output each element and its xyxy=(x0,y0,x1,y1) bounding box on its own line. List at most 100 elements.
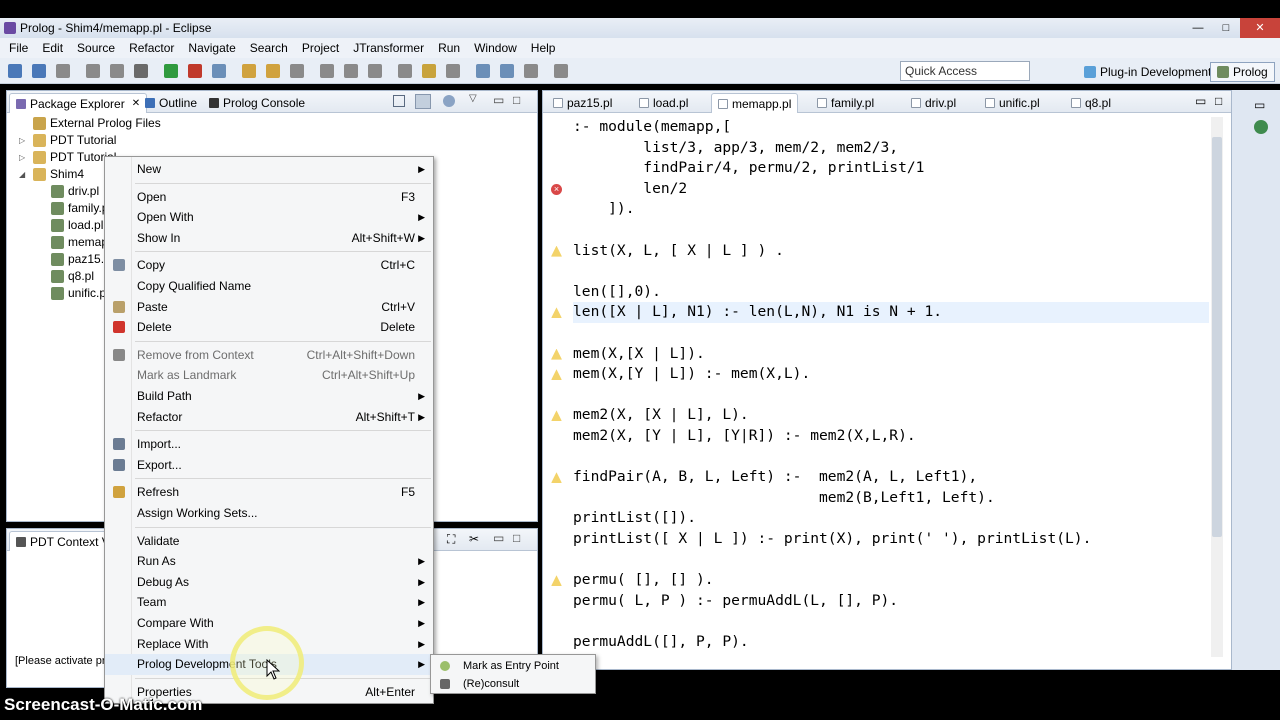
globe-icon[interactable] xyxy=(1254,120,1268,134)
menu-item-show-in[interactable]: Show In Alt+Shift+W ▶ xyxy=(105,228,433,249)
next-annotation-icon[interactable] xyxy=(368,64,382,78)
minimize-view-icon[interactable]: ▭ xyxy=(1254,98,1265,112)
menu-item-open[interactable]: Open F3 xyxy=(105,187,433,208)
menu-item-refactor[interactable]: Refactor Alt+Shift+T ▶ xyxy=(105,407,433,428)
warning-icon[interactable] xyxy=(551,472,562,484)
editor-tab-paz15[interactable]: paz15.pl xyxy=(547,93,618,113)
submenu-item-mark-as-entry-point[interactable]: Mark as Entry Point xyxy=(431,657,595,675)
open-perspective-icon[interactable] xyxy=(524,64,538,78)
tab-outline[interactable]: Outline xyxy=(139,93,203,113)
tree-item[interactable]: ◢ Shim4 xyxy=(19,166,84,183)
pin-icon[interactable] xyxy=(500,64,514,78)
menu-item-build-path[interactable]: Build Path ▶ xyxy=(105,386,433,407)
menu-item-refresh[interactable]: Refresh F5 xyxy=(105,482,433,503)
submenu-item-reconsult[interactable]: (Re)consult xyxy=(431,675,595,693)
menu-help[interactable]: Help xyxy=(524,41,563,55)
tab-prolog-console[interactable]: Prolog Console xyxy=(203,93,311,113)
warning-icon[interactable] xyxy=(551,307,562,319)
view-menu-icon[interactable]: ▽ xyxy=(469,93,477,104)
close-button[interactable]: ✕ xyxy=(1240,18,1280,38)
tree-item[interactable]: External Prolog Files xyxy=(33,115,161,132)
menu-navigate[interactable]: Navigate xyxy=(181,41,242,55)
perspective-plugin-development[interactable]: Plug-in Development xyxy=(1078,62,1217,82)
menu-refactor[interactable]: Refactor xyxy=(122,41,181,55)
save-icon[interactable] xyxy=(56,64,70,78)
expanded-icon[interactable]: ◢ xyxy=(19,166,29,183)
new-project-icon[interactable] xyxy=(212,64,226,78)
menu-item-run-as[interactable]: Run As ▶ xyxy=(105,551,433,572)
perspective-prolog[interactable]: Prolog xyxy=(1210,62,1275,82)
menu-item-paste[interactable]: Paste Ctrl+V xyxy=(105,297,433,318)
editor-tab-driv[interactable]: driv.pl xyxy=(905,93,962,113)
editor-tab-unific[interactable]: unific.pl xyxy=(979,93,1046,113)
menu-item-validate[interactable]: Validate xyxy=(105,531,433,552)
menu-project[interactable]: Project xyxy=(295,41,346,55)
warning-icon[interactable] xyxy=(551,575,562,587)
menu-item-open-with[interactable]: Open With ▶ xyxy=(105,207,433,228)
collapsed-icon[interactable]: ▷ xyxy=(19,149,29,166)
menu-window[interactable]: Window xyxy=(467,41,524,55)
new-icon[interactable] xyxy=(8,64,22,78)
menu-item-copy-qualified-name[interactable]: Copy Qualified Name xyxy=(105,276,433,297)
new-dropdown-icon[interactable] xyxy=(32,64,46,78)
menu-file[interactable]: File xyxy=(2,41,35,55)
collapse-all-icon[interactable] xyxy=(393,95,405,107)
last-edit-icon[interactable] xyxy=(422,64,436,78)
filter-icon[interactable] xyxy=(443,95,455,107)
editor-tab-family[interactable]: family.pl xyxy=(811,93,880,113)
menu-item-remove-from-context[interactable]: Remove from Context Ctrl+Alt+Shift+Down xyxy=(105,345,433,366)
tree-item[interactable]: q8.pl xyxy=(51,268,94,285)
editor-tab-memapp[interactable]: memapp.pl xyxy=(711,93,799,113)
tab-package-explorer[interactable]: Package Explorer ✕ xyxy=(9,93,148,113)
code-area[interactable]: :- module(memapp,[ list/3, app/3, mem/2,… xyxy=(573,117,1209,652)
maximize-view-icon[interactable]: □ xyxy=(513,93,520,107)
menu-item-export[interactable]: Export... xyxy=(105,455,433,476)
menu-run[interactable]: Run xyxy=(431,41,467,55)
debug-icon[interactable] xyxy=(134,64,148,78)
prev-annotation-icon[interactable] xyxy=(398,64,412,78)
minimize-button[interactable]: — xyxy=(1184,18,1212,38)
menu-item-delete[interactable]: Delete Delete xyxy=(105,317,433,338)
menu-item-import[interactable]: Import... xyxy=(105,434,433,455)
menu-item-team[interactable]: Team ▶ xyxy=(105,592,433,613)
quick-access-input[interactable]: Quick Access xyxy=(900,61,1030,81)
forward-icon[interactable] xyxy=(476,64,490,78)
print-icon[interactable] xyxy=(110,64,124,78)
search-icon[interactable] xyxy=(290,64,304,78)
tree-item[interactable]: driv.pl xyxy=(51,183,99,200)
warning-icon[interactable] xyxy=(551,369,562,381)
link-editor-icon[interactable] xyxy=(415,94,431,109)
back-icon[interactable] xyxy=(446,64,460,78)
save-all-icon[interactable] xyxy=(86,64,100,78)
maximize-view-icon[interactable]: □ xyxy=(513,531,520,545)
maximize-view-icon[interactable]: □ xyxy=(1215,94,1222,108)
menu-item-assign-working-sets[interactable]: Assign Working Sets... xyxy=(105,503,433,524)
warning-icon[interactable] xyxy=(551,348,562,360)
menu-item-debug-as[interactable]: Debug As ▶ xyxy=(105,572,433,593)
open-folder-icon[interactable] xyxy=(242,64,256,78)
pin-icon[interactable]: ⛶ xyxy=(447,532,455,547)
external-tools-icon[interactable] xyxy=(188,64,202,78)
editor-vertical-scrollbar[interactable] xyxy=(1211,117,1223,657)
menu-item-new[interactable]: New ▶ xyxy=(105,159,433,180)
editor-tab-load[interactable]: load.pl xyxy=(633,93,694,113)
collapsed-icon[interactable]: ▷ xyxy=(19,132,29,149)
tree-item[interactable]: load.pl xyxy=(51,217,103,234)
extra-icon[interactable] xyxy=(554,64,568,78)
menu-source[interactable]: Source xyxy=(70,41,122,55)
minimize-view-icon[interactable]: ▭ xyxy=(1195,94,1206,108)
open-file-icon[interactable] xyxy=(266,64,280,78)
tree-item[interactable]: ▷ PDT Tutorial xyxy=(19,132,116,149)
error-icon[interactable]: × xyxy=(551,183,562,195)
warning-icon[interactable] xyxy=(551,410,562,422)
minimize-view-icon[interactable]: ▭ xyxy=(493,531,504,545)
editor-tab-q8[interactable]: q8.pl xyxy=(1065,93,1117,113)
tools-icon[interactable]: ✂ xyxy=(469,532,479,546)
maximize-button[interactable]: □ xyxy=(1212,18,1240,38)
tree-item[interactable]: family.pl xyxy=(51,200,111,217)
scroll-thumb[interactable] xyxy=(1212,137,1222,537)
tree-item[interactable]: ▷ PDT Tutorial xyxy=(19,149,116,166)
menu-item-mark-as-landmark[interactable]: Mark as Landmark Ctrl+Alt+Shift+Up xyxy=(105,365,433,386)
menu-search[interactable]: Search xyxy=(243,41,295,55)
tree-item[interactable]: unific.pl xyxy=(51,285,109,302)
